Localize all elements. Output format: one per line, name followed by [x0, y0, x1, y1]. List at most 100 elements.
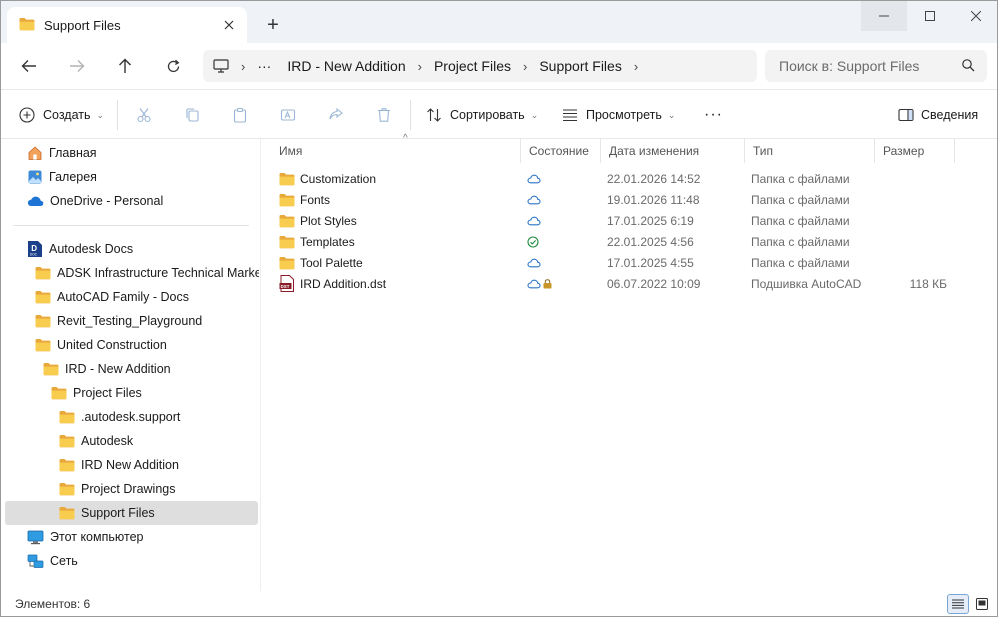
cut-button[interactable]: [130, 102, 158, 128]
navigation-pane: Главная Галерея OneDrive - Personal D DOC…: [1, 139, 261, 591]
column-header-name[interactable]: Имя ^: [271, 133, 521, 163]
back-button[interactable]: [14, 52, 44, 80]
chevron-right-icon[interactable]: ›: [519, 59, 531, 74]
create-button[interactable]: Создать ⌄: [19, 102, 104, 128]
sidebar-item-home[interactable]: Главная: [27, 141, 97, 165]
column-header-label: Состояние: [529, 144, 589, 158]
column-header-type[interactable]: Тип: [745, 139, 875, 163]
sidebar-folder[interactable]: Project Files: [51, 381, 142, 405]
sidebar-item-autodesk-docs[interactable]: D DOC Autodesk Docs: [27, 237, 133, 261]
file-type: Папка с файлами: [751, 192, 850, 207]
breadcrumb-ellipsis[interactable]: ···: [249, 58, 279, 74]
column-header-state[interactable]: Состояние: [521, 139, 601, 163]
file-row[interactable]: Tool Palette 17.01.2025 4:55 Папка с фай…: [271, 252, 957, 273]
sidebar-item-onedrive[interactable]: OneDrive - Personal: [27, 189, 163, 213]
folder-icon: [59, 506, 75, 520]
file-list: Имя ^ Состояние Дата изменения Тип Разме…: [261, 133, 997, 591]
cloud-status-icon: [527, 168, 541, 189]
view-list-icon: [562, 108, 578, 122]
command-bar: Создать ⌄ Сортировать ⌄ Просмотреть ⌄ ··…: [1, 89, 997, 139]
details-label: Сведения: [921, 108, 979, 122]
sort-button[interactable]: Сортировать ⌄: [426, 102, 538, 128]
large-icons-view-button[interactable]: [971, 594, 993, 614]
file-row[interactable]: Templates 22.01.2025 4:56 Папка с файлам…: [271, 231, 957, 252]
new-tab-button[interactable]: +: [259, 11, 287, 39]
maximize-button[interactable]: [907, 1, 953, 31]
details-view-button[interactable]: [947, 594, 969, 614]
breadcrumb-item[interactable]: Support Files: [531, 58, 629, 74]
paste-button[interactable]: [226, 102, 254, 128]
chevron-right-icon[interactable]: ›: [414, 59, 426, 74]
column-header-size[interactable]: Размер: [875, 139, 955, 163]
details-pane-button[interactable]: Сведения: [898, 102, 978, 128]
file-size: [881, 168, 947, 189]
copy-button[interactable]: [178, 102, 206, 128]
sidebar-folder[interactable]: Revit_Testing_Playground: [35, 309, 202, 333]
cloud-status-icon: [527, 252, 541, 273]
sidebar-item-network[interactable]: Сеть: [27, 549, 78, 573]
up-button[interactable]: [110, 52, 140, 80]
sidebar-folder[interactable]: .autodesk.support: [59, 405, 180, 429]
refresh-button[interactable]: [158, 52, 188, 80]
sidebar-folder-selected[interactable]: Support Files: [59, 501, 155, 525]
close-tab-icon[interactable]: [215, 11, 243, 39]
minimize-button[interactable]: [861, 1, 907, 31]
folder-icon: [279, 193, 295, 207]
column-header-label: Имя: [279, 144, 303, 158]
share-button[interactable]: [322, 102, 350, 128]
toolbar-divider: [117, 100, 118, 130]
breadcrumb-item[interactable]: Project Files: [426, 58, 519, 74]
search-icon[interactable]: [961, 58, 975, 75]
file-name: Fonts: [300, 192, 331, 207]
file-date: 22.01.2025 4:56: [607, 234, 694, 249]
file-row[interactable]: DST IRD Addition.dst 06.07.2022 10:09 По…: [271, 273, 957, 294]
sidebar-item-gallery[interactable]: Галерея: [27, 165, 97, 189]
sidebar-item-this-pc[interactable]: Этот компьютер: [27, 525, 143, 549]
tab-bar: Support Files +: [1, 1, 997, 43]
view-button[interactable]: Просмотреть ⌄: [562, 102, 675, 128]
forward-button[interactable]: [62, 52, 92, 80]
column-header-date[interactable]: Дата изменения: [601, 139, 745, 163]
sidebar-folder[interactable]: AutoCAD Family - Docs: [35, 285, 189, 309]
address-bar[interactable]: › ··· IRD - New Addition › Project Files…: [203, 50, 757, 82]
file-explorer-window: Support Files + › ··· IRD - New Addition…: [0, 0, 998, 617]
rename-button[interactable]: [274, 102, 302, 128]
close-window-button[interactable]: [953, 1, 997, 31]
sidebar-item-label: Главная: [49, 146, 97, 160]
dst-file-icon: DST: [279, 275, 295, 292]
file-name: Customization: [300, 171, 377, 186]
sidebar-folder[interactable]: Project Drawings: [59, 477, 175, 501]
file-type: Подшивка AutoCAD: [751, 276, 862, 291]
search-input[interactable]: Поиск в: Support Files: [765, 50, 987, 82]
folder-icon: [59, 434, 75, 448]
chevron-down-icon: ⌄: [96, 109, 105, 120]
file-row[interactable]: Fonts 19.01.2026 11:48 Папка с файлами: [271, 189, 957, 210]
lock-icon: [543, 278, 552, 289]
folder-icon: [35, 338, 51, 352]
file-name: Tool Palette: [300, 255, 363, 270]
sidebar-folder[interactable]: ADSK Infrastructure Technical Marketing: [35, 261, 259, 285]
tab-support-files[interactable]: Support Files: [7, 7, 247, 43]
chevron-right-icon[interactable]: ›: [237, 59, 249, 74]
file-row[interactable]: Customization 22.01.2026 14:52 Папка с ф…: [271, 168, 957, 189]
chevron-right-icon[interactable]: ›: [630, 59, 642, 74]
sidebar-item-label: ADSK Infrastructure Technical Marketing: [57, 266, 259, 280]
more-options-button[interactable]: ···: [704, 102, 723, 128]
breadcrumb-item[interactable]: IRD - New Addition: [279, 58, 413, 74]
sidebar-folder[interactable]: IRD - New Addition: [43, 357, 171, 381]
folder-icon: [279, 256, 295, 270]
folder-icon: [279, 235, 295, 249]
file-date: 22.01.2026 14:52: [607, 171, 701, 186]
folder-icon: [35, 290, 51, 304]
sidebar-folder[interactable]: United Construction: [35, 333, 167, 357]
sidebar-item-label: AutoCAD Family - Docs: [57, 290, 189, 304]
monitor-icon: [27, 530, 44, 545]
file-size: [881, 252, 947, 273]
file-name-cell: Tool Palette: [279, 252, 363, 273]
sidebar-item-label: Autodesk: [81, 434, 134, 448]
sidebar-folder[interactable]: IRD New Addition: [59, 453, 179, 477]
sidebar-folder[interactable]: Autodesk: [59, 429, 133, 453]
folder-icon: [51, 386, 67, 400]
delete-button[interactable]: [370, 102, 398, 128]
file-row[interactable]: Plot Styles 17.01.2025 6:19 Папка с файл…: [271, 210, 957, 231]
